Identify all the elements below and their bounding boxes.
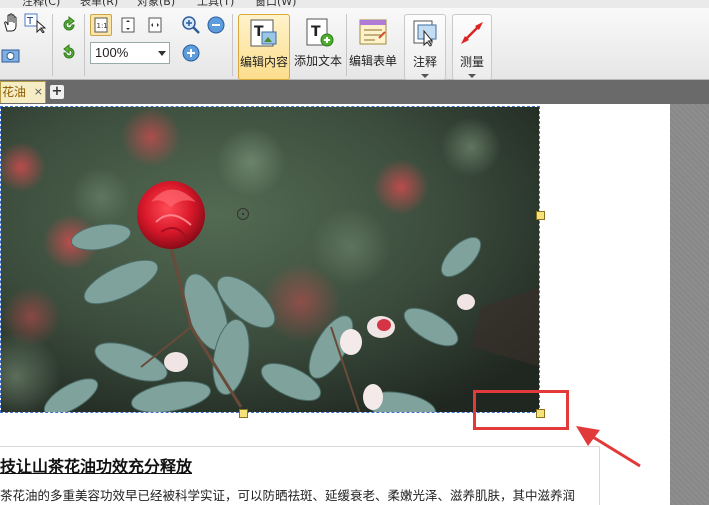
edit-form-button[interactable]: 编辑表单 [348,14,398,80]
svg-text:1:1: 1:1 [97,22,108,30]
toolbar: T 1:1 100% T 编辑内容 T 添加文本 编辑表单 注释 测量 [0,8,709,80]
article-body-text[interactable]: 茶花油的多重美容功效早已经被科学实证，可以防晒祛斑、延缓衰老、柔嫩光泽、滋养肌肤… [0,485,575,504]
annotate-dropdown-icon[interactable] [421,74,429,78]
menu-item-tools[interactable]: 工具(T) [197,0,234,8]
edit-content-label: 编辑内容 [239,55,288,69]
tab-bar: 花油 × + [0,80,709,104]
page-background [670,104,709,505]
measure-button[interactable]: 测量 [452,14,492,80]
zoom-out-icon[interactable] [205,14,227,36]
close-icon[interactable]: × [34,82,43,102]
rotate-cw-icon[interactable] [58,42,80,64]
measure-icon [461,22,483,44]
rotate-ccw-icon[interactable] [58,14,80,36]
actual-size-icon[interactable]: 1:1 [90,14,112,36]
article-headline[interactable]: 技让山茶花油功效充分释放 [0,453,192,477]
menu-bar: 注释(C) 表单(R) 对象(B) 工具(T) 窗口(W) [0,0,709,8]
svg-text:T: T [26,16,34,27]
menu-item-object[interactable]: 对象(B) [137,0,175,8]
document-view: 技让山茶花油功效充分释放 茶花油的多重美容功效早已经被科学实证，可以防晒祛斑、延… [0,104,709,505]
resize-handle-right[interactable] [536,211,545,220]
zoom-level-select[interactable]: 100% [90,42,170,64]
fit-width-icon[interactable] [144,14,166,36]
edit-form-label: 编辑表单 [348,54,397,68]
highlight-box [473,390,569,430]
menu-item-form[interactable]: 表单(R) [80,0,118,8]
edit-content-button[interactable]: T 编辑内容 [238,14,290,80]
add-text-label: 添加文本 [293,54,342,68]
measure-label: 测量 [459,55,484,69]
chevron-down-icon [158,51,166,56]
tab-document[interactable]: 花油 × [0,81,46,103]
annotate-button[interactable]: 注释 [404,14,446,80]
camellia-flower [137,181,205,249]
add-tab-icon[interactable]: + [50,85,64,99]
measure-dropdown-icon[interactable] [468,74,476,78]
select-text-icon[interactable]: T [24,12,46,34]
fit-page-icon[interactable] [117,14,139,36]
tab-document-label: 花油 [2,85,27,99]
menu-item-window[interactable]: 窗口(W) [255,0,296,8]
add-text-button[interactable]: T 添加文本 [292,14,344,80]
svg-text:T: T [311,24,321,40]
annotate-icon [413,20,437,47]
edit-form-icon [359,19,387,45]
hand-tool-icon[interactable] [0,12,22,34]
menu-item-annotate[interactable]: 注释(C) [22,0,60,8]
edit-content-icon: T [250,19,277,47]
snapshot-icon[interactable] [0,44,22,66]
annotate-label: 注释 [412,55,437,69]
zoom-in-icon[interactable] [180,42,202,64]
camellia-photo[interactable] [0,106,540,413]
zoom-in-tool-icon[interactable] [180,14,202,36]
pointer-arrow-icon [576,426,641,468]
add-text-icon: T [306,18,334,47]
zoom-level-value: 100% [95,45,129,60]
resize-handle-bottom[interactable] [239,409,248,418]
center-point-icon[interactable] [237,208,249,220]
pdf-page: 技让山茶花油功效充分释放 茶花油的多重美容功效早已经被科学实证，可以防晒祛斑、延… [0,104,670,505]
